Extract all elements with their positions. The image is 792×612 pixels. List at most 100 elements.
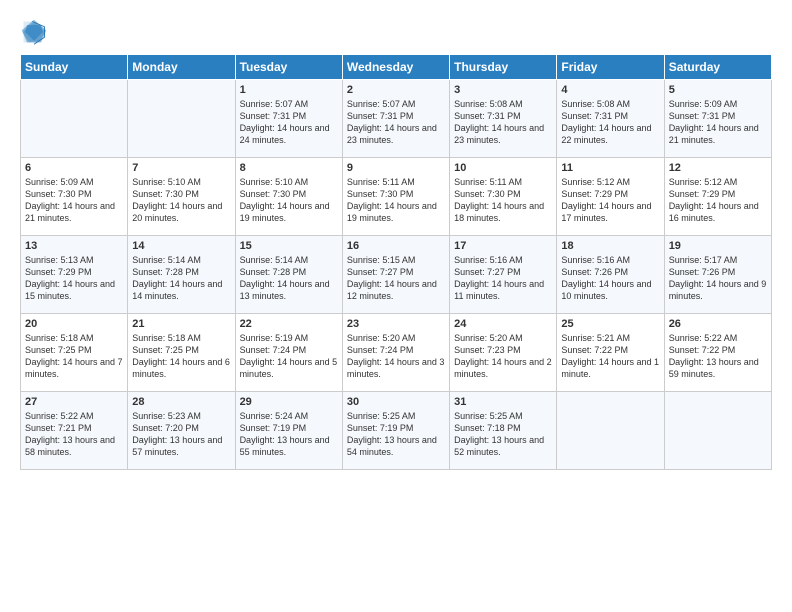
logo [20,18,52,46]
calendar-cell: 11Sunrise: 5:12 AM Sunset: 7:29 PM Dayli… [557,158,664,236]
calendar-page: SundayMondayTuesdayWednesdayThursdayFrid… [0,0,792,612]
calendar-cell: 2 Sunrise: 5:07 AM Sunset: 7:31 PM Daylig… [342,80,449,158]
day-number: 19 [669,240,767,252]
day-number: 31 [454,396,552,408]
cell-content: Sunrise: 5:12 AM Sunset: 7:29 PM Dayligh… [561,176,659,225]
day-number: 15 [240,240,338,252]
day-number: 8 [240,162,338,174]
cell-content: Sunrise: 5:22 AM Sunset: 7:22 PM Dayligh… [669,332,767,381]
cell-content: Sunrise: 5:15 AM Sunset: 7:27 PM Dayligh… [347,254,445,303]
cell-content: Sunrise: 5:13 AM Sunset: 7:29 PM Dayligh… [25,254,123,303]
week-row-4: 20 Sunrise: 5:18 AM Sunset: 7:25 PM Dayli… [21,314,772,392]
header-day-monday: Monday [128,55,235,80]
cell-content: Sunrise: 5:14 AM Sunset: 7:28 PM Dayligh… [132,254,230,303]
cell-content: Sunrise: 5:07 AM Sunset: 7:31 PM Dayligh… [347,98,445,147]
cell-content: Sunrise: 5:10 AM Sunset: 7:30 PM Dayligh… [132,176,230,225]
calendar-cell: 9 Sunrise: 5:11 AM Sunset: 7:30 PM Daylig… [342,158,449,236]
cell-content: Sunrise: 5:11 AM Sunset: 7:30 PM Dayligh… [347,176,445,225]
day-number: 23 [347,318,445,330]
calendar-cell [664,392,771,470]
calendar-cell: 7Sunrise: 5:10 AM Sunset: 7:30 PM Daylig… [128,158,235,236]
day-number: 27 [25,396,123,408]
calendar-cell: 31Sunrise: 5:25 AM Sunset: 7:18 PM Dayli… [450,392,557,470]
calendar-cell: 17 Sunrise: 5:16 AM Sunset: 7:27 PM Dayli… [450,236,557,314]
cell-content: Sunrise: 5:25 AM Sunset: 7:19 PM Dayligh… [347,410,445,459]
calendar-cell: 25 Sunrise: 5:21 AM Sunset: 7:22 PM Dayli… [557,314,664,392]
calendar-cell: 5 Sunrise: 5:09 AM Sunset: 7:31 PM Daylig… [664,80,771,158]
calendar-cell: 23Sunrise: 5:20 AM Sunset: 7:24 PM Dayli… [342,314,449,392]
calendar-cell: 1Sunrise: 5:07 AM Sunset: 7:31 PM Daylig… [235,80,342,158]
cell-content: Sunrise: 5:24 AM Sunset: 7:19 PM Dayligh… [240,410,338,459]
cell-content: Sunrise: 5:10 AM Sunset: 7:30 PM Dayligh… [240,176,338,225]
calendar-header: SundayMondayTuesdayWednesdayThursdayFrid… [21,55,772,80]
calendar-cell: 15 Sunrise: 5:14 AM Sunset: 7:28 PM Dayli… [235,236,342,314]
day-number: 3 [454,84,552,96]
day-number: 25 [561,318,659,330]
cell-content: Sunrise: 5:16 AM Sunset: 7:27 PM Dayligh… [454,254,552,303]
calendar-cell: 6 Sunrise: 5:09 AM Sunset: 7:30 PM Daylig… [21,158,128,236]
header [20,18,772,46]
day-number: 1 [240,84,338,96]
calendar-cell: 3Sunrise: 5:08 AM Sunset: 7:31 PM Daylig… [450,80,557,158]
cell-content: Sunrise: 5:22 AM Sunset: 7:21 PM Dayligh… [25,410,123,459]
cell-content: Sunrise: 5:12 AM Sunset: 7:29 PM Dayligh… [669,176,767,225]
calendar-cell: 22 Sunrise: 5:19 AM Sunset: 7:24 PM Dayli… [235,314,342,392]
day-number: 29 [240,396,338,408]
header-day-saturday: Saturday [664,55,771,80]
cell-content: Sunrise: 5:08 AM Sunset: 7:31 PM Dayligh… [561,98,659,147]
day-number: 21 [132,318,230,330]
cell-content: Sunrise: 5:19 AM Sunset: 7:24 PM Dayligh… [240,332,338,381]
cell-content: Sunrise: 5:14 AM Sunset: 7:28 PM Dayligh… [240,254,338,303]
header-day-friday: Friday [557,55,664,80]
header-day-tuesday: Tuesday [235,55,342,80]
day-number: 2 [347,84,445,96]
day-number: 12 [669,162,767,174]
calendar-cell: 10 Sunrise: 5:11 AM Sunset: 7:30 PM Dayli… [450,158,557,236]
header-day-thursday: Thursday [450,55,557,80]
calendar-cell: 19Sunrise: 5:17 AM Sunset: 7:26 PM Dayli… [664,236,771,314]
week-row-5: 27 Sunrise: 5:22 AM Sunset: 7:21 PM Dayli… [21,392,772,470]
day-number: 18 [561,240,659,252]
calendar-cell: 27 Sunrise: 5:22 AM Sunset: 7:21 PM Dayli… [21,392,128,470]
day-number: 24 [454,318,552,330]
cell-content: Sunrise: 5:09 AM Sunset: 7:31 PM Dayligh… [669,98,767,147]
calendar-cell: 28 Sunrise: 5:23 AM Sunset: 7:20 PM Dayli… [128,392,235,470]
day-number: 6 [25,162,123,174]
calendar-cell [21,80,128,158]
calendar-cell: 26 Sunrise: 5:22 AM Sunset: 7:22 PM Dayli… [664,314,771,392]
header-day-wednesday: Wednesday [342,55,449,80]
cell-content: Sunrise: 5:16 AM Sunset: 7:26 PM Dayligh… [561,254,659,303]
day-number: 17 [454,240,552,252]
day-number: 22 [240,318,338,330]
calendar-cell: 4 Sunrise: 5:08 AM Sunset: 7:31 PM Daylig… [557,80,664,158]
header-row: SundayMondayTuesdayWednesdayThursdayFrid… [21,55,772,80]
week-row-1: 1 Sunrise: 5:07 AM Sunset: 7:31 PM Daylig… [21,80,772,158]
cell-content: Sunrise: 5:11 AM Sunset: 7:30 PM Dayligh… [454,176,552,225]
day-number: 20 [25,318,123,330]
day-number: 26 [669,318,767,330]
header-day-sunday: Sunday [21,55,128,80]
day-number: 9 [347,162,445,174]
cell-content: Sunrise: 5:21 AM Sunset: 7:22 PM Dayligh… [561,332,659,381]
cell-content: Sunrise: 5:23 AM Sunset: 7:20 PM Dayligh… [132,410,230,459]
calendar-cell: 30Sunrise: 5:25 AM Sunset: 7:19 PM Dayli… [342,392,449,470]
day-number: 14 [132,240,230,252]
calendar-table: SundayMondayTuesdayWednesdayThursdayFrid… [20,54,772,470]
day-number: 16 [347,240,445,252]
day-number: 28 [132,396,230,408]
calendar-cell: 18 Sunrise: 5:16 AM Sunset: 7:26 PM Dayli… [557,236,664,314]
cell-content: Sunrise: 5:18 AM Sunset: 7:25 PM Dayligh… [132,332,230,381]
day-number: 5 [669,84,767,96]
calendar-cell [557,392,664,470]
calendar-cell [128,80,235,158]
cell-content: Sunrise: 5:18 AM Sunset: 7:25 PM Dayligh… [25,332,123,381]
day-number: 10 [454,162,552,174]
calendar-cell: 12 Sunrise: 5:12 AM Sunset: 7:29 PM Dayli… [664,158,771,236]
week-row-3: 13Sunrise: 5:13 AM Sunset: 7:29 PM Dayli… [21,236,772,314]
calendar-cell: 24Sunrise: 5:20 AM Sunset: 7:23 PM Dayli… [450,314,557,392]
calendar-body: 1 Sunrise: 5:07 AM Sunset: 7:31 PM Daylig… [21,80,772,470]
day-number: 4 [561,84,659,96]
week-row-2: 6 Sunrise: 5:09 AM Sunset: 7:30 PM Daylig… [21,158,772,236]
logo-icon [20,18,48,46]
cell-content: Sunrise: 5:09 AM Sunset: 7:30 PM Dayligh… [25,176,123,225]
